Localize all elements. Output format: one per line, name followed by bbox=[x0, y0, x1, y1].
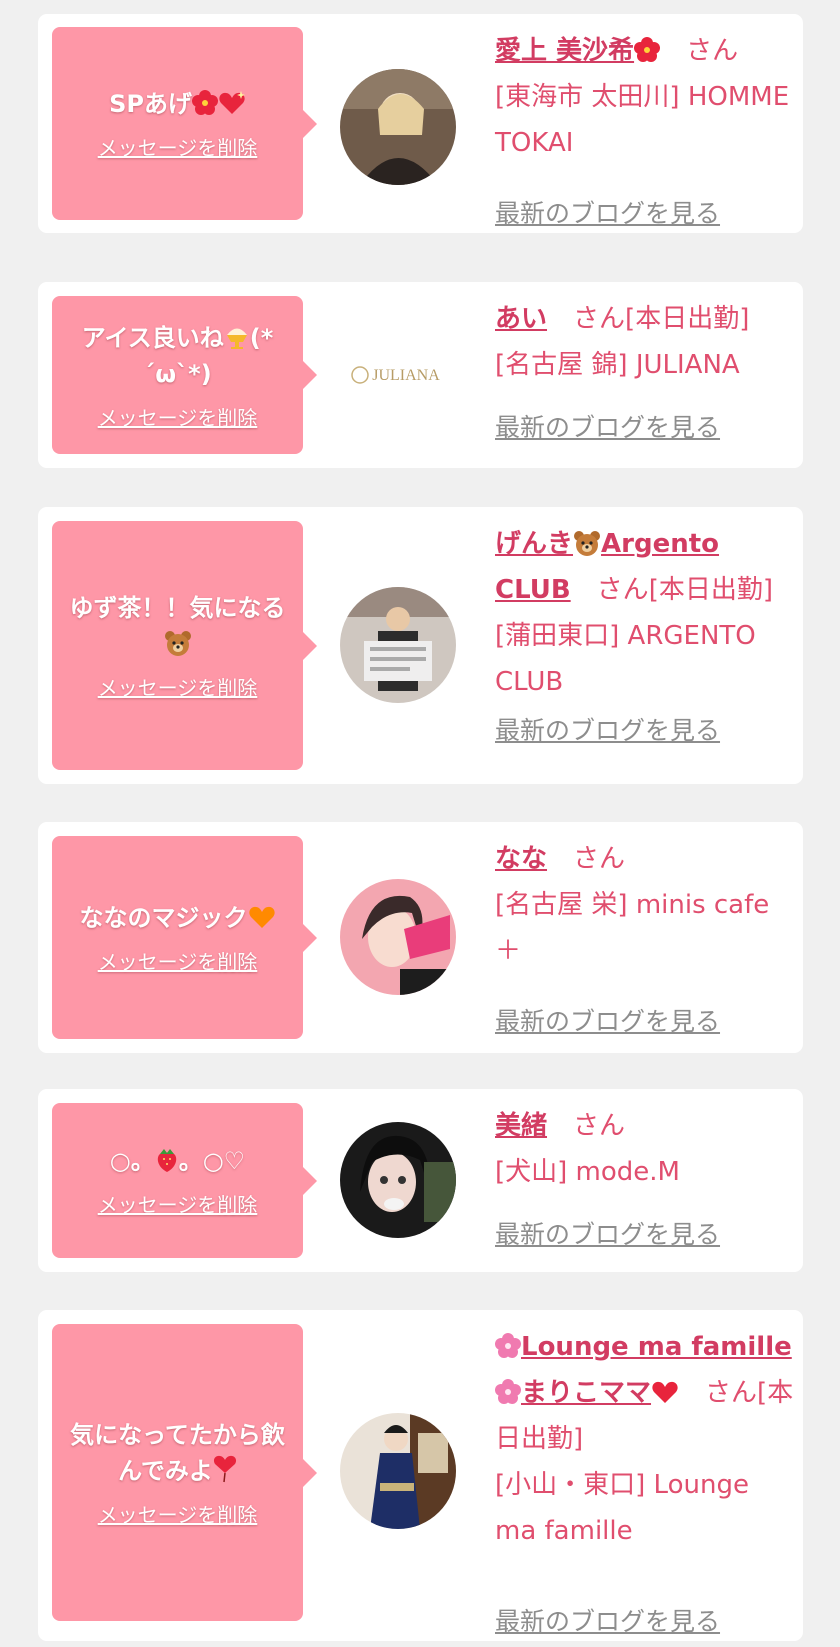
cast-info: 愛上 美沙希 さん [東海市 太田川] HOMME TOKAI 最新のブログを見… bbox=[495, 28, 795, 228]
strawberry-icon bbox=[157, 1149, 176, 1172]
cast-info: あい さん[本日出勤] [名古屋 錦] JULIANA 最新のブログを見る bbox=[495, 296, 795, 442]
cast-name-link[interactable]: あい bbox=[495, 304, 547, 334]
message-text: ○。 。○♡ bbox=[109, 1147, 246, 1175]
shop-name: [小山・東口] Lounge ma famille bbox=[495, 1470, 749, 1546]
cast-info: げんき Argento CLUB さん[本日出勤] [蒲田東口] ARGENTO … bbox=[495, 521, 795, 745]
honorific: さん bbox=[573, 1111, 626, 1141]
message-text: ゆず茶！！気になる bbox=[64, 590, 291, 662]
status-badge: [本日出勤] bbox=[625, 304, 750, 334]
bear-icon bbox=[574, 531, 601, 556]
delete-message-link[interactable]: メッセージを削除 bbox=[98, 946, 258, 975]
cast-info: 美緒 さん [犬山] mode.M 最新のブログを見る bbox=[495, 1103, 795, 1249]
cast-name-link[interactable]: 愛上 美沙希 bbox=[495, 36, 661, 66]
message-card: アイス良いね (*´ω`*) メッセージを削除 JULIANA あい さん[本日出… bbox=[38, 282, 803, 468]
sparkling-heart-icon bbox=[219, 91, 245, 114]
cast-name-link[interactable]: 美緒 bbox=[495, 1111, 547, 1141]
message-card: ゆず茶！！気になる メッセージを削除 げんき Argento CLUB さん[本日… bbox=[38, 507, 803, 784]
message-list: SPあげ メッセージを削除 愛上 美沙希 さん [東海市 太田川] HOMME … bbox=[0, 0, 840, 1647]
red-heart-icon bbox=[652, 1381, 678, 1403]
message-card: 気になってたから飲んでみよ メッセージを削除 Lounge ma famille… bbox=[38, 1310, 803, 1641]
honorific: さん bbox=[573, 844, 626, 874]
hibiscus-icon bbox=[191, 90, 218, 115]
avatar[interactable] bbox=[340, 879, 456, 995]
shop-name: [東海市 太田川] HOMME TOKAI bbox=[495, 82, 790, 158]
avatar[interactable] bbox=[340, 69, 456, 185]
message-card: ○。 。○♡ メッセージを削除 美緒 さん [犬山] mode.M 最新のブログを… bbox=[38, 1089, 803, 1272]
avatar[interactable] bbox=[340, 1413, 456, 1529]
balloon-heart-icon bbox=[213, 1455, 236, 1483]
shop-name: [名古屋 栄] minis cafe ＋ bbox=[495, 890, 770, 966]
latest-blog-link[interactable]: 最新のブログを見る bbox=[495, 1602, 720, 1638]
cast-info: Lounge ma famille まりこママ さん[本日出勤] [小山・東口] … bbox=[495, 1324, 795, 1636]
honorific: さん bbox=[573, 304, 626, 334]
message-bubble: 気になってたから飲んでみよ メッセージを削除 bbox=[52, 1324, 317, 1621]
latest-blog-link[interactable]: 最新のブログを見る bbox=[495, 711, 720, 747]
avatar[interactable] bbox=[340, 1122, 456, 1238]
sakura-icon bbox=[495, 1333, 521, 1358]
message-bubble: SPあげ メッセージを削除 bbox=[52, 27, 317, 220]
orange-heart-icon bbox=[248, 906, 275, 928]
delete-message-link[interactable]: メッセージを削除 bbox=[98, 1499, 258, 1528]
hibiscus-icon bbox=[634, 37, 661, 62]
cast-name-link[interactable]: なな bbox=[495, 844, 547, 874]
shop-name: [名古屋 錦] JULIANA bbox=[495, 350, 740, 380]
cast-info: なな さん [名古屋 栄] minis cafe ＋ 最新のブログを見る bbox=[495, 836, 795, 1036]
message-text: ななのマジック bbox=[80, 900, 276, 936]
latest-blog-link[interactable]: 最新のブログを見る bbox=[495, 194, 720, 230]
bear-icon bbox=[164, 631, 191, 656]
message-text: アイス良いね (*´ω`*) bbox=[81, 323, 274, 388]
sakura-icon bbox=[495, 1379, 521, 1404]
delete-message-link[interactable]: メッセージを削除 bbox=[98, 402, 258, 431]
delete-message-link[interactable]: メッセージを削除 bbox=[98, 1189, 258, 1218]
message-card: ななのマジック メッセージを削除 なな さん [名古屋 栄] minis caf… bbox=[38, 822, 803, 1053]
avatar[interactable] bbox=[340, 587, 456, 703]
message-bubble: ななのマジック メッセージを削除 bbox=[52, 836, 317, 1039]
avatar-logo-text: JULIANA bbox=[372, 367, 440, 384]
avatar[interactable]: JULIANA bbox=[340, 317, 456, 433]
shop-name: [犬山] mode.M bbox=[495, 1157, 680, 1187]
message-text: SPあげ bbox=[109, 86, 246, 122]
honorific: さん bbox=[686, 36, 739, 66]
message-bubble: アイス良いね (*´ω`*) メッセージを削除 bbox=[52, 296, 317, 454]
message-card: SPあげ メッセージを削除 愛上 美沙希 さん [東海市 太田川] HOMME … bbox=[38, 14, 803, 233]
latest-blog-link[interactable]: 最新のブログを見る bbox=[495, 408, 720, 444]
message-bubble: ゆず茶！！気になる メッセージを削除 bbox=[52, 521, 317, 770]
ice-cream-icon bbox=[226, 328, 247, 349]
latest-blog-link[interactable]: 最新のブログを見る bbox=[495, 1002, 720, 1038]
shop-name: [蒲田東口] ARGENTO CLUB bbox=[495, 621, 756, 697]
honorific: さん bbox=[705, 1378, 758, 1408]
delete-message-link[interactable]: メッセージを削除 bbox=[98, 132, 258, 161]
status-badge: [本日出勤] bbox=[648, 575, 773, 605]
delete-message-link[interactable]: メッセージを削除 bbox=[98, 672, 258, 701]
honorific: さん bbox=[596, 575, 649, 605]
message-bubble: ○。 。○♡ メッセージを削除 bbox=[52, 1103, 317, 1258]
latest-blog-link[interactable]: 最新のブログを見る bbox=[495, 1215, 720, 1251]
message-text: 気になってたから飲んでみよ bbox=[70, 1421, 285, 1485]
